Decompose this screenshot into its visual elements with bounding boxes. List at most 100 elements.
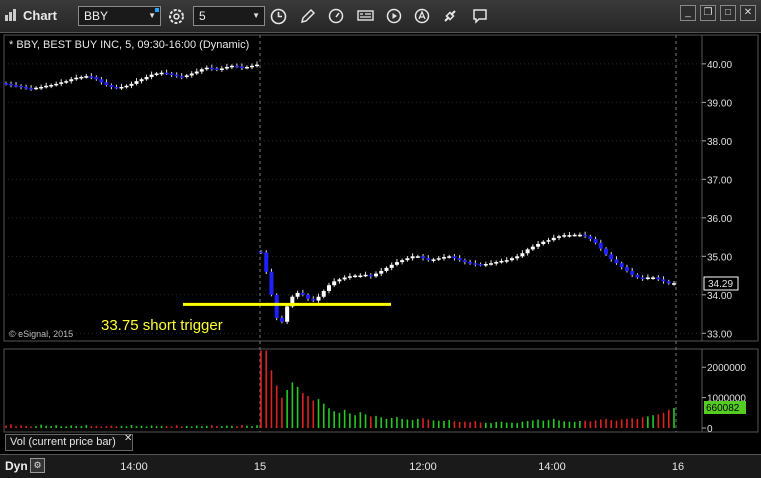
interval-input[interactable]: 5 ▼	[193, 6, 265, 26]
volume-pane-close-icon[interactable]: ✕	[124, 433, 132, 444]
gear-icon	[169, 9, 184, 24]
candle-body	[321, 290, 326, 297]
time-axis[interactable]: Dyn ⚙ 14:00 15 12:00 14:00 16	[0, 454, 761, 478]
candle-body	[536, 244, 541, 247]
chart-canvas[interactable]: * BBY, BEST BUY INC, 5, 09:30-16:00 (Dyn…	[0, 33, 761, 454]
candle-body	[473, 263, 478, 265]
candle-body	[515, 256, 520, 259]
candle-body	[436, 258, 441, 260]
candle-body	[504, 260, 509, 262]
speedometer-icon	[328, 8, 344, 24]
minimize-button[interactable]: _	[680, 5, 696, 21]
candle-body	[389, 264, 394, 268]
candle-body	[311, 298, 316, 301]
alert-button[interactable]	[412, 6, 432, 26]
candle-body	[306, 294, 311, 299]
time-mode-settings-icon[interactable]: ⚙	[30, 458, 45, 473]
candle-body	[577, 234, 582, 237]
candle-body	[124, 85, 129, 88]
interval-settings-button[interactable]	[166, 6, 186, 26]
price-tick-label: 40.00	[707, 60, 732, 71]
candle-body	[604, 248, 609, 255]
candle-body	[520, 253, 525, 257]
link-icon	[444, 10, 456, 22]
candle-body	[478, 264, 483, 266]
candle-body	[614, 259, 619, 264]
restore-button[interactable]: ❐	[700, 5, 716, 21]
candle-body	[609, 254, 614, 260]
candle-body	[421, 256, 426, 259]
candle-body	[556, 236, 561, 238]
candle-body	[415, 256, 420, 258]
minimize-icon: _	[685, 7, 691, 18]
last-price-value: 34.29	[708, 279, 733, 290]
candle-body	[189, 73, 194, 76]
candle-body	[224, 66, 229, 69]
alert-icon	[414, 8, 430, 24]
chevron-down-icon[interactable]: ▼	[148, 11, 156, 20]
candle-body	[159, 72, 164, 75]
chevron-down-icon[interactable]: ▼	[252, 11, 260, 20]
candle-body	[374, 273, 379, 277]
candle-body	[541, 241, 546, 245]
price-tick-label: 38.00	[707, 137, 732, 148]
candle-body	[74, 77, 79, 80]
candle-body	[452, 256, 457, 259]
candle-body	[624, 267, 629, 271]
candle-body	[24, 86, 29, 89]
candle-body	[499, 260, 504, 263]
volume-axis[interactable]	[701, 348, 759, 433]
candle-body	[353, 275, 358, 278]
candle-body	[234, 65, 239, 68]
candle-body	[562, 235, 567, 237]
candle-body	[598, 242, 603, 249]
candle-body	[94, 76, 99, 80]
price-tick-label: 37.00	[707, 175, 732, 186]
volume-pane-title[interactable]: Vol (current price bar)	[5, 434, 133, 451]
candle-body	[400, 260, 405, 263]
candle-body	[619, 263, 624, 268]
candle-body	[279, 317, 284, 322]
candle-body	[9, 83, 14, 86]
candle-body	[194, 71, 199, 74]
volume-pane[interactable]	[3, 348, 703, 433]
copyright-label: © eSignal, 2015	[9, 329, 73, 339]
link-button[interactable]	[440, 6, 460, 26]
candle-body	[239, 66, 244, 69]
time-tick-label: 15	[253, 461, 267, 473]
maximize-button[interactable]: □	[720, 5, 736, 21]
candle-body	[337, 279, 342, 282]
play-button[interactable]	[384, 6, 404, 26]
price-tick-label: 36.00	[707, 214, 732, 225]
window-title: Chart	[23, 8, 57, 23]
symbol-input[interactable]: BBY ▼	[78, 6, 161, 26]
candle-body	[379, 270, 384, 274]
draw-tool-button[interactable]	[298, 6, 318, 26]
volume-tick-label: 0	[707, 424, 713, 435]
candle-body	[285, 306, 290, 322]
candle-body	[363, 274, 368, 277]
candle-body	[214, 68, 219, 70]
candle-body	[129, 83, 134, 86]
close-button[interactable]: ✕	[740, 5, 756, 21]
clock-icon	[270, 8, 287, 25]
time-tick-label: 16	[671, 461, 685, 473]
candle-body	[89, 76, 94, 78]
candle-body	[672, 283, 676, 285]
time-template-button[interactable]	[268, 6, 288, 26]
candle-body	[144, 76, 149, 80]
chart-legend: * BBY, BEST BUY INC, 5, 09:30-16:00 (Dyn…	[9, 39, 249, 51]
candle-body	[651, 277, 656, 279]
maximize-icon: □	[724, 7, 732, 18]
candle-body	[358, 275, 363, 278]
candle-body	[342, 277, 347, 280]
notes-button[interactable]	[470, 6, 490, 26]
quote-board-button[interactable]	[355, 6, 375, 26]
candle-body	[457, 258, 462, 261]
candle-body	[431, 259, 436, 261]
speedometer-button[interactable]	[326, 6, 346, 26]
candle-body	[19, 85, 24, 88]
candle-body	[630, 270, 635, 275]
time-mode-label[interactable]: Dyn	[5, 459, 28, 473]
candle-body	[134, 81, 139, 84]
